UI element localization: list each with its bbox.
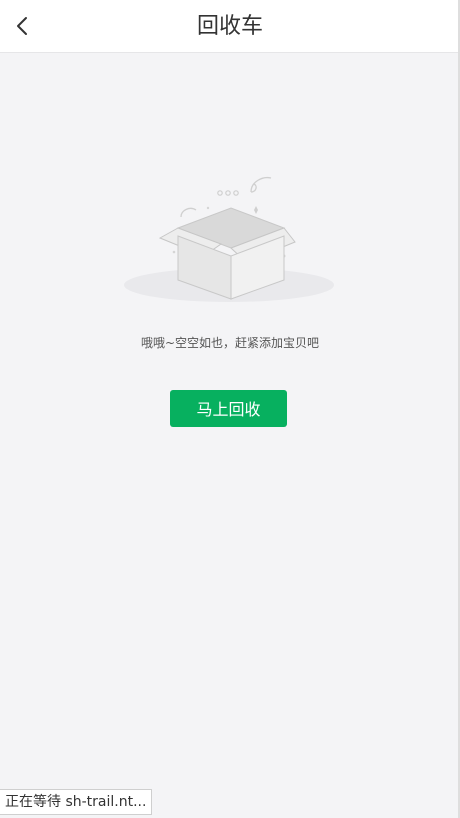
recycle-now-button[interactable]: 马上回收 [170,390,287,427]
recycle-cart-page: 回收车 哦哦~空空如也，赶紧添加宝贝吧 马上回收 正在等待 sh-trail.n… [0,0,460,818]
nav-header: 回收车 [0,0,460,53]
empty-message: 哦哦~空空如也，赶紧添加宝贝吧 [140,336,320,350]
empty-box-icon [124,176,334,302]
browser-status-text: 正在等待 sh-trail.nt... [0,789,153,815]
page-title: 回收车 [196,14,263,39]
